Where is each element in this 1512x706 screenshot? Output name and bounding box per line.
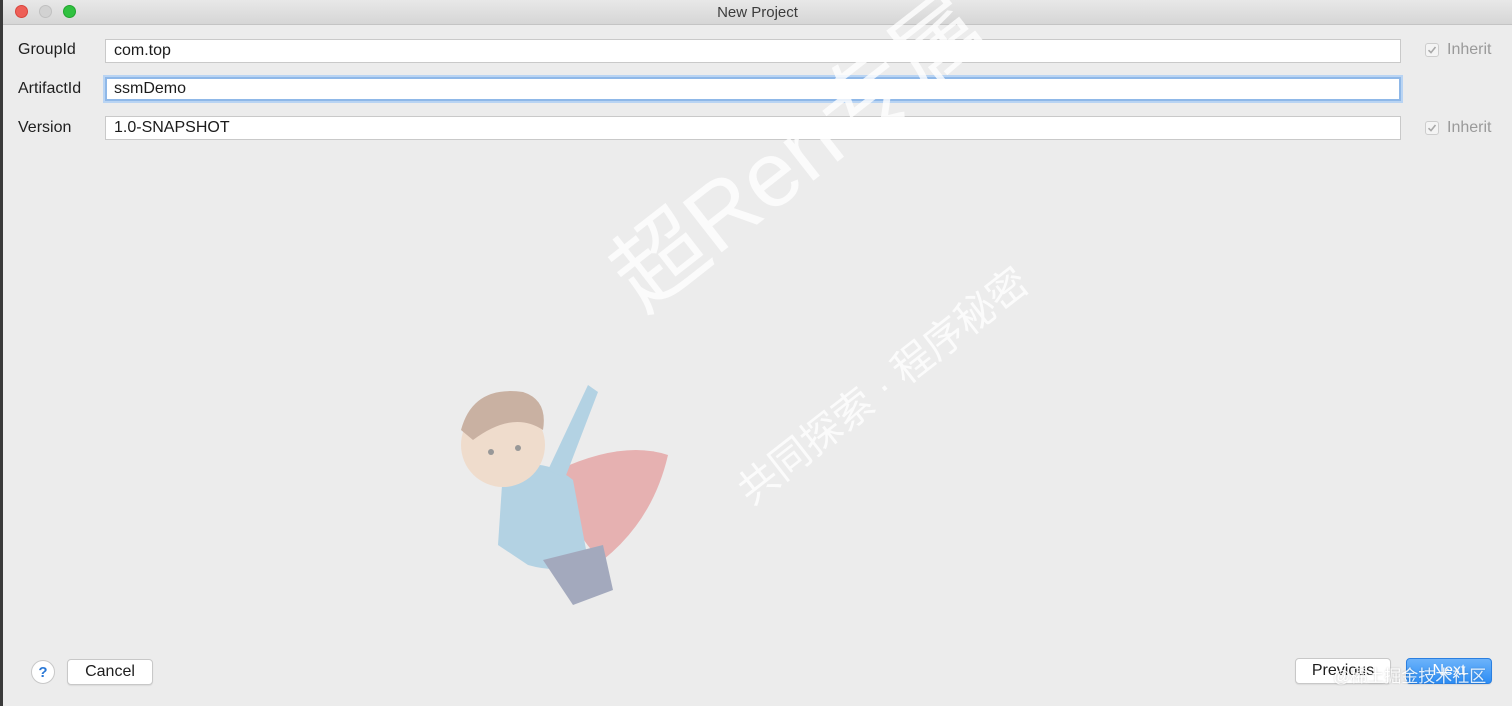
mascot-watermark-graphic (461, 385, 668, 605)
version-inherit-checkbox[interactable]: Inherit (1425, 119, 1491, 137)
groupid-inherit-checkbox[interactable]: Inherit (1425, 41, 1491, 59)
groupid-label: GroupId (18, 41, 76, 58)
version-label: Version (18, 119, 72, 136)
checkmark-icon (1425, 121, 1439, 135)
groupid-inherit-label: Inherit (1447, 41, 1492, 58)
version-inherit-label: Inherit (1447, 119, 1492, 136)
artifactid-field[interactable]: ssmDemo (105, 77, 1401, 101)
footer-watermark-text: @稀土掘金技术社区 (1333, 667, 1487, 686)
version-field[interactable]: 1.0-SNAPSHOT (105, 116, 1401, 140)
cancel-button[interactable]: Cancel (67, 659, 153, 685)
checkmark-icon (1425, 43, 1439, 57)
new-project-dialog: New Project GroupId com.top Inherit Arti… (0, 0, 1512, 706)
help-button[interactable]: ? (31, 660, 55, 684)
window-title: New Project (717, 4, 798, 21)
watermark-subtitle: 共同探索 · 程序秘密 (729, 259, 1038, 514)
groupid-field[interactable]: com.top (105, 39, 1401, 63)
artifactid-label: ArtifactId (18, 80, 82, 97)
title-bar: New Project (3, 0, 1512, 25)
